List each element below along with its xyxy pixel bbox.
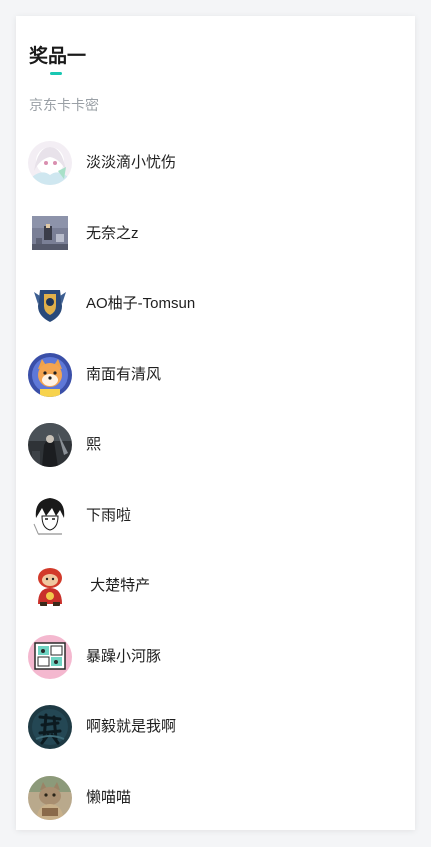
list-item: 懒喵喵 <box>16 763 415 834</box>
winner-name: 暴躁小河豚 <box>86 647 162 665</box>
winner-name: 大楚特产 <box>86 577 151 595</box>
list-item: AO柚子-Tomsun <box>16 269 415 340</box>
title-underline <box>50 72 62 75</box>
winner-name: 淡淡滴小忧伤 <box>86 154 177 172</box>
anime-girl-avatar[interactable] <box>28 141 72 186</box>
list-item: 无奈之z <box>16 199 415 270</box>
winner-name: 无奈之z <box>86 224 139 242</box>
cartoon-frame-avatar[interactable] <box>28 634 72 679</box>
crest-avatar[interactable] <box>28 282 72 327</box>
winner-list: 淡淡滴小忧伤 无奈之z AO柚子-Tomsun 南面有清风 熙 下雨啦 大楚特产… <box>16 128 415 833</box>
winner-name: 下雨啦 <box>86 506 132 524</box>
dark-calligraphy-avatar[interactable] <box>28 705 72 750</box>
list-item: 南面有清风 <box>16 340 415 411</box>
cat-photo-avatar[interactable] <box>28 775 72 820</box>
list-item: 暴躁小河豚 <box>16 622 415 693</box>
list-item: 大楚特产 <box>16 551 415 622</box>
prize-subtitle: 京东卡卡密 <box>29 97 99 113</box>
manga-boy-avatar[interactable] <box>28 493 72 538</box>
list-item: 下雨啦 <box>16 481 415 552</box>
winner-name: AO柚子-Tomsun <box>86 295 196 313</box>
list-item: 淡淡滴小忧伤 <box>16 128 415 199</box>
list-item: 啊毅就是我啊 <box>16 692 415 763</box>
winner-name: 啊毅就是我啊 <box>86 718 177 736</box>
winner-name: 南面有清风 <box>86 365 162 383</box>
pixel-art-avatar[interactable] <box>28 211 72 256</box>
list-item: 熙 <box>16 410 415 481</box>
winner-name: 熙 <box>86 436 102 454</box>
dark-figure-avatar[interactable] <box>28 423 72 468</box>
shiba-dog-avatar[interactable] <box>28 352 72 397</box>
red-mascot-avatar[interactable] <box>28 564 72 609</box>
winner-name: 懒喵喵 <box>86 788 132 806</box>
prize-title: 奖品一 <box>29 46 87 67</box>
prize-card: 奖品一 京东卡卡密 淡淡滴小忧伤 无奈之z AO柚子-Tomsun 南面有清风 … <box>16 16 415 830</box>
